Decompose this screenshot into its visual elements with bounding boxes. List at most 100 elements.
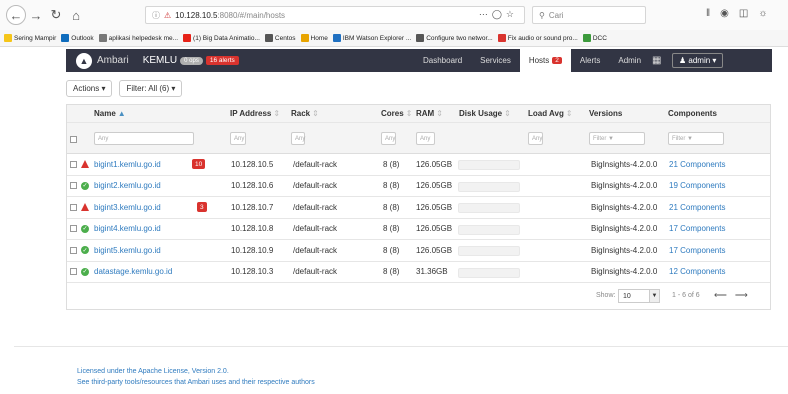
host-alert-count[interactable]: 3 [197, 202, 207, 213]
info-icon: ⓘ [152, 10, 160, 20]
rack-filter-input[interactable]: Any [291, 132, 305, 145]
load-filter-input[interactable]: Any [528, 132, 543, 145]
extension-icon[interactable]: ☼ [758, 8, 767, 19]
col-ram[interactable]: RAM ⇕ [416, 109, 443, 118]
host-rack: /default-rack [293, 181, 338, 191]
home-icon[interactable]: ⌂ [66, 5, 86, 25]
components-link[interactable]: 19 Components [669, 181, 725, 190]
tab-services[interactable]: Services [471, 49, 520, 72]
host-name[interactable]: bigint3.kemlu.go.id [94, 197, 161, 218]
host-name[interactable]: bigint5.kemlu.go.id [94, 240, 161, 261]
components-filter-dropdown[interactable]: Filter ▼ [668, 132, 724, 145]
ram-filter-input[interactable]: Any [416, 132, 435, 145]
user-menu-button[interactable]: ♟ admin ▾ [672, 53, 724, 68]
host-components[interactable]: 12 Components [669, 262, 725, 283]
col-ip[interactable]: IP Address ⇕ [230, 109, 280, 118]
host-ip: 10.128.10.7 [231, 202, 274, 212]
host-name-link[interactable]: bigint1.kemlu.go.id [94, 160, 161, 169]
forward-arrow-icon[interactable]: → [26, 5, 46, 25]
row-checkbox[interactable] [70, 246, 77, 254]
host-components[interactable]: 17 Components [669, 240, 725, 261]
filter-button[interactable]: Filter: All (6) ▾ [119, 80, 183, 97]
row-select[interactable] [70, 219, 77, 240]
library-icon[interactable]: ‖ [706, 8, 710, 19]
row-checkbox[interactable] [70, 160, 77, 168]
tab-hosts[interactable]: Hosts 2 [519, 49, 571, 72]
host-components[interactable]: 17 Components [669, 219, 725, 240]
cores-filter-input[interactable]: Any [381, 132, 396, 145]
row-checkbox[interactable] [70, 203, 77, 211]
components-link[interactable]: 17 Components [669, 246, 725, 255]
name-filter-input[interactable]: Any [94, 132, 194, 145]
prev-page-icon[interactable]: ⟵ [714, 290, 727, 301]
row-checkbox[interactable] [70, 182, 77, 190]
host-name-link[interactable]: bigint2.kemlu.go.id [94, 181, 161, 190]
col-name[interactable]: Name ▲ [94, 109, 126, 118]
ip-filter-input[interactable]: Any [230, 132, 246, 145]
host-name-link[interactable]: datastage.kemlu.go.id [94, 267, 172, 276]
host-cores: 8 (8) [383, 267, 400, 277]
back-arrow-icon[interactable]: ← [6, 5, 26, 25]
components-link[interactable]: 17 Components [669, 224, 725, 233]
host-name[interactable]: bigint4.kemlu.go.id [94, 219, 161, 240]
host-name[interactable]: bigint2.kemlu.go.id [94, 176, 161, 197]
tab-dashboard[interactable]: Dashboard [414, 49, 471, 72]
host-name-link[interactable]: bigint3.kemlu.go.id [94, 203, 161, 212]
license-link[interactable]: Licensed under the Apache License, Versi… [77, 366, 315, 377]
tab-admin[interactable]: Admin [609, 49, 650, 72]
page-actions-icons[interactable]: ⋯◯☆ [479, 9, 518, 20]
views-grid-icon[interactable]: ▦ [652, 55, 661, 66]
host-alerts[interactable]: 10 [192, 154, 206, 175]
ambari-logo-icon[interactable]: ▲ [76, 52, 92, 69]
row-select[interactable] [70, 176, 77, 197]
row-select[interactable] [70, 197, 77, 218]
reload-icon[interactable]: ↻ [46, 5, 66, 25]
next-page-icon[interactable]: ⟶ [735, 290, 748, 301]
page-size-select[interactable]: 10 ▼ [618, 289, 660, 303]
third-party-link[interactable]: See third-party tools/resources that Amb… [77, 377, 315, 388]
host-name-link[interactable]: bigint4.kemlu.go.id [94, 224, 161, 233]
host-alerts[interactable]: 3 [197, 197, 207, 218]
alerts-badge[interactable]: 16 alerts [205, 56, 239, 65]
bookmark-item[interactable]: (1) Big Data Animatio... [183, 34, 260, 42]
bookmark-item[interactable]: Centos [264, 34, 296, 42]
bookmark-item[interactable]: aplikasi helpedesk me... [98, 34, 178, 42]
components-link[interactable]: 21 Components [669, 203, 725, 212]
host-components[interactable]: 21 Components [669, 197, 725, 218]
ops-badge[interactable]: 0 ops [180, 56, 203, 65]
address-bar[interactable]: ⓘ ⚠ 10.128.10.5 :8080/#/main/hosts ⋯◯☆ [145, 6, 525, 24]
col-rack[interactable]: Rack ⇕ [291, 109, 319, 118]
components-link[interactable]: 12 Components [669, 267, 725, 276]
host-components[interactable]: 19 Components [669, 176, 725, 197]
versions-filter-dropdown[interactable]: Filter ▼ [589, 132, 645, 145]
col-load[interactable]: Load Avg ⇕ [528, 109, 573, 118]
host-alert-count[interactable]: 10 [192, 159, 206, 170]
cluster-name[interactable]: KEMLU [143, 55, 177, 66]
bookmark-item[interactable]: Configure two networ... [416, 34, 493, 42]
bookmark-item[interactable]: IBM Watson Explorer ... [332, 34, 411, 42]
select-all-checkbox[interactable] [70, 136, 77, 143]
actions-button[interactable]: Actions ▾ [66, 80, 113, 97]
row-checkbox[interactable] [70, 225, 77, 233]
host-name[interactable]: bigint1.kemlu.go.id [94, 154, 161, 175]
components-link[interactable]: 21 Components [669, 160, 725, 169]
bookmark-item[interactable]: Outlook [61, 34, 94, 42]
col-disk[interactable]: Disk Usage ⇕ [459, 109, 511, 118]
browser-search-input[interactable]: ⚲ Cari [532, 6, 646, 24]
row-select[interactable] [70, 240, 77, 261]
host-name[interactable]: datastage.kemlu.go.id [94, 262, 172, 283]
tab-alerts[interactable]: Alerts [571, 49, 609, 72]
row-select[interactable] [70, 262, 77, 283]
sidebar-icon[interactable]: ◫ [739, 8, 748, 19]
row-select[interactable] [70, 154, 77, 175]
host-name-link[interactable]: bigint5.kemlu.go.id [94, 246, 161, 255]
row-checkbox[interactable] [70, 268, 77, 276]
bookmark-item[interactable]: Fix audio or sound pro... [497, 34, 578, 42]
shield-icon[interactable]: ◉ [720, 8, 729, 19]
host-components[interactable]: 21 Components [669, 154, 725, 175]
bookmark-item[interactable]: Home [300, 34, 328, 42]
bookmark-item[interactable]: Sering Mampir [4, 34, 56, 42]
actions-label: Actions [73, 84, 100, 93]
bookmark-item[interactable]: DCC [582, 34, 607, 42]
col-cores[interactable]: Cores ⇕ [381, 109, 412, 118]
